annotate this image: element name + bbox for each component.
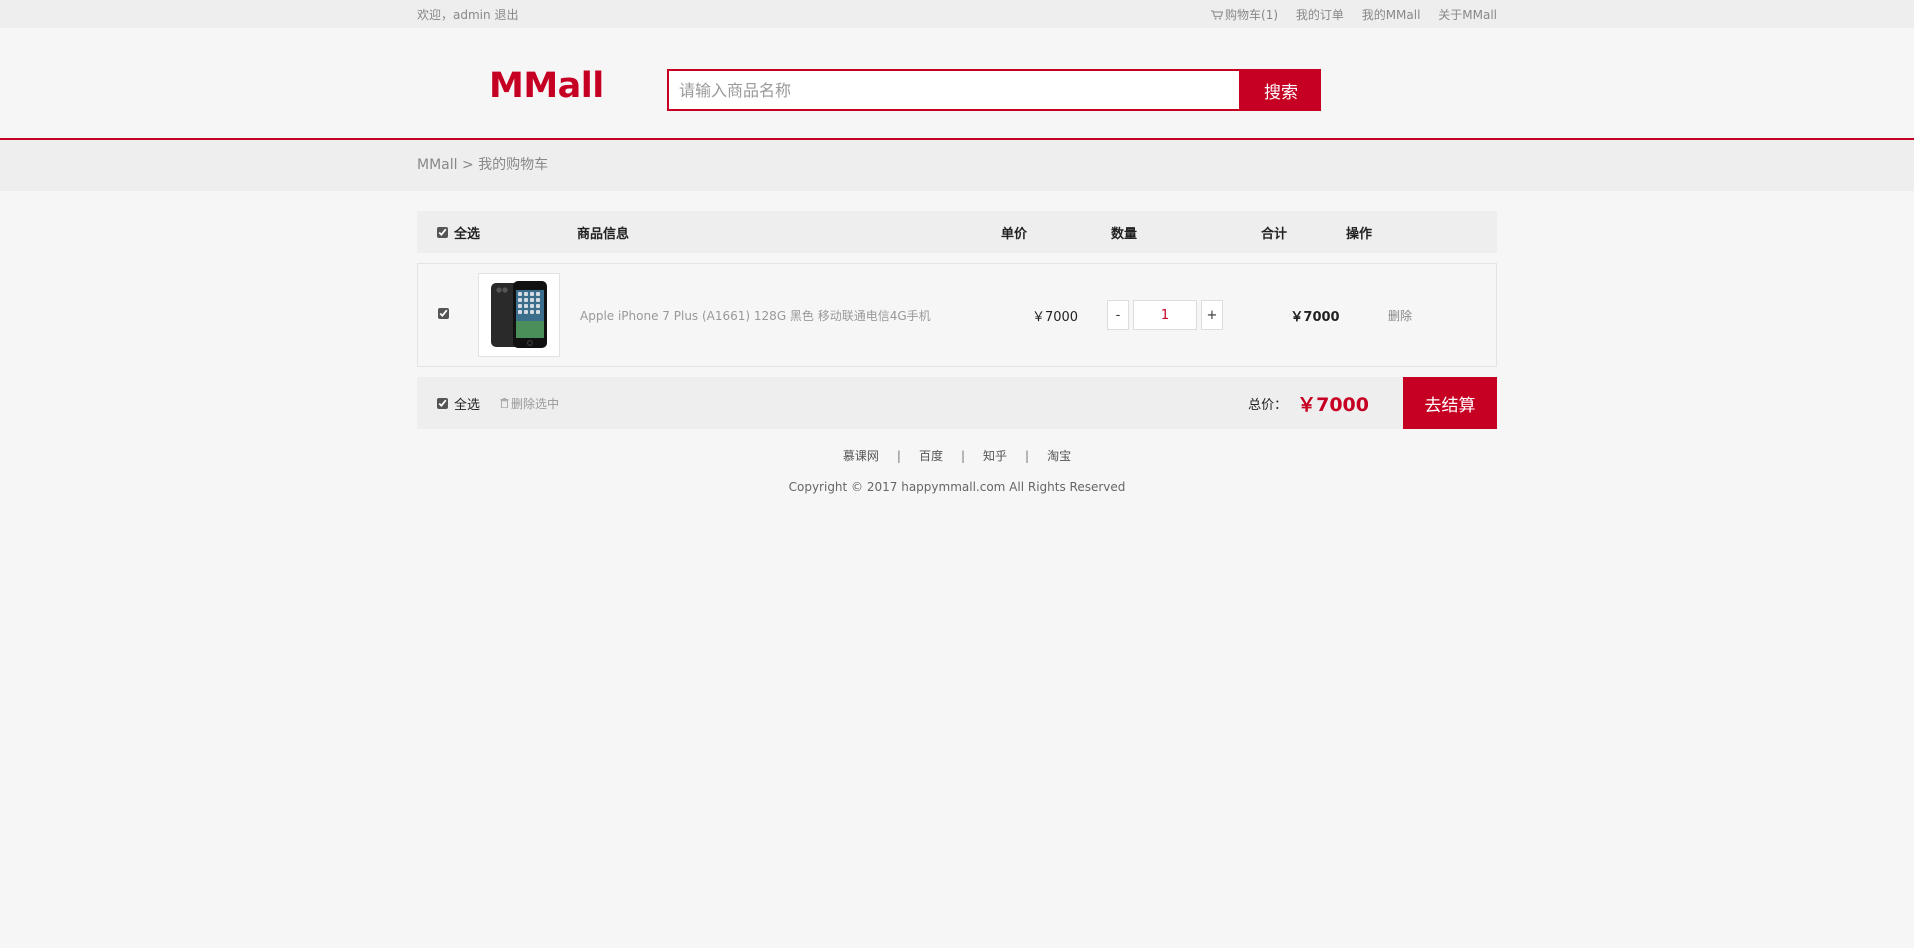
my-mmall-link[interactable]: 我的MMall xyxy=(1362,8,1421,22)
footer-link-imooc[interactable]: 慕课网 xyxy=(843,447,879,464)
copyright: Copyright © 2017 happymmall.com All Righ… xyxy=(788,480,1126,494)
quantity-minus-button[interactable]: - xyxy=(1107,300,1129,330)
header-op: 操作 xyxy=(1345,226,1372,242)
footer: 慕课网 | 百度 | 知乎 | 淘宝 Copyright © 2017 happ… xyxy=(0,447,1914,495)
footer-separator: | xyxy=(1025,448,1030,463)
total-amount: ￥7000 xyxy=(1297,393,1369,416)
footer-link-zhihu[interactable]: 知乎 xyxy=(983,447,1007,464)
cart-icon xyxy=(1211,9,1224,20)
quantity-plus-button[interactable]: + xyxy=(1201,300,1223,330)
item-select xyxy=(418,307,478,323)
logo[interactable]: MMall xyxy=(489,66,604,106)
logout-link[interactable]: 退出 xyxy=(494,8,518,22)
user-links: 购物车(1) 我的订单 我的MMall 关于MMall xyxy=(1197,6,1497,23)
header-total: 合计 xyxy=(1260,226,1287,242)
item-checkbox[interactable] xyxy=(438,308,449,319)
cart-footer: 全选 删除选中 总价： ￥7000 去结算 xyxy=(417,377,1497,429)
cart-link[interactable]: 购物车(1) xyxy=(1211,8,1282,22)
footer-links: 慕课网 | 百度 | 知乎 | 淘宝 xyxy=(0,447,1914,464)
breadcrumb-separator: > xyxy=(461,157,474,173)
about-mmall-link[interactable]: 关于MMall xyxy=(1438,8,1497,22)
checkout-button[interactable]: 去结算 xyxy=(1403,377,1497,429)
phone-image-icon xyxy=(491,281,547,348)
select-all-label-bottom: 全选 xyxy=(454,397,481,413)
cart-link-label: 购物车(1) xyxy=(1225,7,1279,22)
my-orders-link[interactable]: 我的订单 xyxy=(1296,8,1344,22)
footer-separator: | xyxy=(896,448,901,463)
welcome-area: 欢迎，admin 退出 xyxy=(417,6,518,23)
footer-select-all: 全选 xyxy=(417,394,480,413)
cart-total: 总价： ￥7000 xyxy=(1248,390,1369,417)
delete-item-link[interactable]: 删除 xyxy=(1370,307,1430,324)
breadcrumb: MMall > 我的购物车 xyxy=(417,140,1497,191)
product-name[interactable]: Apple iPhone 7 Plus (A1661) 128G 黑色 移动联通… xyxy=(560,307,980,324)
select-all-checkbox-bottom[interactable] xyxy=(437,397,448,409)
select-all-label-top: 全选 xyxy=(454,226,481,242)
item-total: ￥7000 xyxy=(1290,309,1340,325)
select-all-checkbox-top[interactable] xyxy=(437,226,448,238)
quantity-stepper: - + xyxy=(1090,300,1240,330)
search-button[interactable]: 搜索 xyxy=(1241,69,1321,111)
header-info: 商品信息 xyxy=(577,226,630,242)
header-select-all: 全选 xyxy=(417,223,577,242)
product-image[interactable] xyxy=(478,273,560,357)
total-label: 总价： xyxy=(1248,397,1288,413)
top-nav: 欢迎，admin 退出 购物车(1) 我的订单 我的MMall 关于MMall xyxy=(0,0,1914,28)
footer-separator: | xyxy=(960,448,966,463)
cart: 全选 商品信息 单价 数量 合计 操作 Apple iPhone 7 Plus … xyxy=(417,211,1497,429)
quantity-input[interactable] xyxy=(1133,300,1197,330)
delete-selected-label: 删除选中 xyxy=(511,396,560,411)
breadcrumb-home[interactable]: MMall xyxy=(417,157,458,173)
footer-link-baidu[interactable]: 百度 xyxy=(919,447,943,464)
search-input[interactable] xyxy=(667,69,1241,111)
trash-icon xyxy=(500,398,509,408)
breadcrumb-bar: MMall > 我的购物车 xyxy=(0,140,1914,191)
product-price: ￥7000 xyxy=(1031,309,1079,325)
welcome-text: 欢迎，admin xyxy=(417,7,491,22)
header-count: 数量 xyxy=(1110,226,1137,242)
footer-link-taobao[interactable]: 淘宝 xyxy=(1047,447,1071,464)
header: MMall 搜索 xyxy=(0,28,1914,140)
search-bar: 搜索 xyxy=(667,69,1321,111)
delete-selected-link[interactable]: 删除选中 xyxy=(500,395,559,412)
breadcrumb-current: 我的购物车 xyxy=(478,157,549,173)
cart-item-row: Apple iPhone 7 Plus (A1661) 128G 黑色 移动联通… xyxy=(417,263,1497,367)
header-price: 单价 xyxy=(1000,226,1027,242)
cart-header: 全选 商品信息 单价 数量 合计 操作 xyxy=(417,211,1497,253)
